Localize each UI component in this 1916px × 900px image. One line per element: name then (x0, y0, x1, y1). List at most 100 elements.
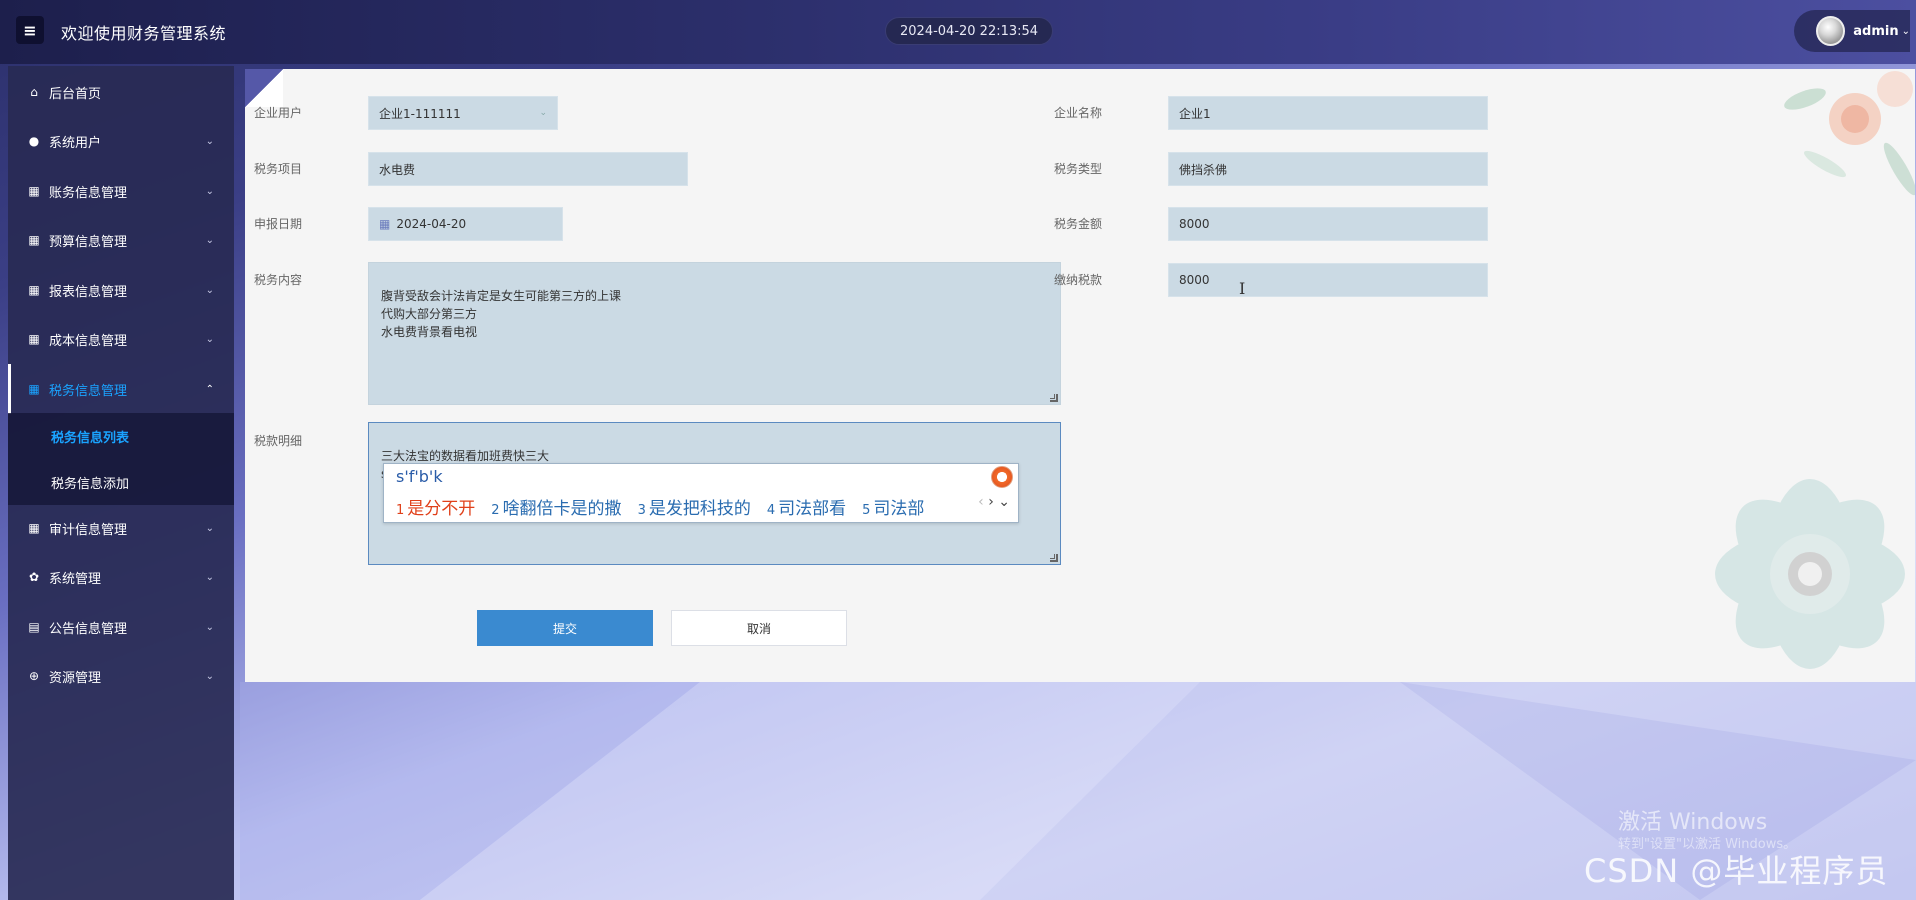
grid-icon: ▦ (28, 521, 40, 535)
chevron-down-icon[interactable]: ⌄ (998, 494, 1010, 510)
corner-fold-decoration (245, 69, 283, 107)
sidebar-item-system-management[interactable]: ✿ 系统管理 ⌄ (8, 552, 234, 602)
sidebar-item-home[interactable]: ⌂ 后台首页 (8, 67, 234, 117)
calendar-icon: ▦ (379, 217, 391, 231)
ime-composition-text: s'f'b'k (396, 467, 443, 486)
chevron-down-icon: ⌄ (205, 185, 214, 197)
chevron-down-icon: ⌄ (539, 108, 547, 118)
report-date-label: 申报日期 (253, 217, 302, 231)
ime-candidate[interactable]: 4 司法部看 (767, 494, 846, 519)
enterprise-name-label: 企业名称 (1053, 106, 1102, 120)
sidebar-item-accounts[interactable]: ▦ 账务信息管理 ⌄ (8, 166, 234, 216)
grid-icon: ▦ (28, 382, 40, 396)
sidebar-item-label: 系统管理 (49, 571, 102, 587)
sidebar-item-label: 公告信息管理 (49, 621, 128, 637)
chevron-down-icon: ⌄ (205, 670, 214, 682)
chevron-up-icon: ⌃ (205, 383, 214, 395)
hamburger-icon[interactable]: ≡ (16, 16, 44, 44)
sidebar-item-label: 账务信息管理 (49, 185, 128, 201)
ime-nav: ‹ › ⌄ (978, 494, 1010, 510)
tax-item-label: 税务项目 (253, 162, 302, 176)
sidebar-item-label: 成本信息管理 (49, 333, 128, 349)
sidebar-item-announcements[interactable]: ▤ 公告信息管理 ⌄ (8, 602, 234, 652)
enterprise-name-field[interactable]: 企业1 (1168, 96, 1488, 130)
sidebar-item-system-users[interactable]: ● 系统用户 ⌄ (8, 116, 234, 166)
enterprise-user-select[interactable]: 企业1-111111 ⌄ (368, 96, 558, 130)
tax-type-label: 税务类型 (1053, 162, 1102, 176)
flower-decoration (1715, 479, 1905, 669)
sidebar-item-label: 资源管理 (49, 670, 102, 686)
user-menu[interactable]: admin ⌄ (1794, 10, 1910, 52)
grid-icon: ▦ (28, 283, 40, 297)
datetime-badge: 2024-04-20 22:13:54 (885, 17, 1054, 45)
chevron-left-icon[interactable]: ‹ (978, 494, 984, 510)
ime-candidate[interactable]: 2 啥翻倍卡是的撒 (491, 494, 621, 519)
tax-type-field[interactable]: 佛挡杀佛 (1168, 152, 1488, 186)
sidebar-item-reports[interactable]: ▦ 报表信息管理 ⌄ (8, 265, 234, 315)
grid-icon: ▦ (28, 332, 40, 346)
cancel-button[interactable]: 取消 (671, 610, 847, 646)
tax-amount-field[interactable]: 8000 (1168, 207, 1488, 241)
ime-candidate[interactable]: 1 是分不开 (396, 494, 475, 519)
enterprise-user-value: 企业1-111111 (379, 106, 461, 121)
main-form-panel: 企业用户 企业1-111111 ⌄ 企业名称 企业1 税务项目 水电费 税务类型… (245, 69, 1915, 682)
home-icon: ⌂ (30, 85, 38, 99)
submit-button[interactable]: 提交 (477, 610, 653, 646)
chevron-down-icon: ⌄ (205, 522, 214, 534)
tax-type-value: 佛挡杀佛 (1179, 162, 1228, 177)
chevron-down-icon[interactable]: ⌄ (1902, 26, 1910, 37)
chevron-down-icon: ⌄ (205, 284, 214, 296)
tax-item-field[interactable]: 水电费 (368, 152, 688, 186)
report-date-value: 2024-04-20 (396, 217, 467, 231)
report-date-picker[interactable]: ▦ 2024-04-20 (368, 207, 563, 241)
sidebar-subitem-tax-list[interactable]: 税务信息列表 (8, 413, 234, 459)
plus-circle-icon: ⊕ (28, 669, 40, 683)
resize-handle[interactable] (1050, 554, 1058, 562)
top-header: ≡ 欢迎使用财务管理系统 2024-04-20 22:13:54 admin ⌄ (0, 0, 1916, 64)
tax-item-value: 水电费 (379, 162, 416, 177)
enterprise-user-label: 企业用户 (253, 106, 302, 120)
chevron-right-icon[interactable]: › (988, 494, 994, 510)
ime-candidate-window[interactable]: s'f'b'k 1 是分不开 2 啥翻倍卡是的撒 3 是发把科技的 4 司法部看 5 司法… (383, 463, 1019, 523)
user-icon: ● (28, 134, 40, 148)
sidebar-item-label: 报表信息管理 (49, 284, 128, 300)
user-name[interactable]: admin (1853, 24, 1898, 39)
chevron-down-icon: ⌄ (205, 234, 214, 246)
grid-icon: ▦ (28, 184, 40, 198)
sidebar-item-resources[interactable]: ⊕ 资源管理 ⌄ (8, 651, 234, 701)
tax-paid-label: 缴纳税款 (1053, 273, 1102, 287)
sidebar-item-label: 预算信息管理 (49, 234, 128, 250)
sidebar: ⌂ 后台首页 ● 系统用户 ⌄ ▦ 账务信息管理 ⌄ ▦ 预算信息管理 ⌄ ▦ … (8, 66, 234, 900)
ime-logo-icon[interactable] (991, 466, 1013, 488)
chevron-down-icon: ⌄ (205, 571, 214, 583)
sidebar-item-budget[interactable]: ▦ 预算信息管理 ⌄ (8, 215, 234, 265)
sidebar-item-audit[interactable]: ▦ 审计信息管理 ⌄ (8, 503, 234, 553)
sidebar-item-label: 税务信息管理 (49, 383, 128, 399)
enterprise-name-value: 企业1 (1179, 106, 1211, 121)
tax-paid-value: 8000 (1179, 273, 1210, 287)
tax-content-value: 腹背受敌会计法肯定是女生可能第三方的上课 代购大部分第三方 水电费背景看电视 (381, 289, 622, 339)
chevron-down-icon: ⌄ (205, 621, 214, 633)
sidebar-subitem-label: 税务信息添加 (51, 476, 130, 492)
avatar[interactable] (1816, 16, 1846, 46)
ime-candidate[interactable]: 5 司法部 (862, 494, 924, 519)
sidebar-item-tax[interactable]: ▦ 税务信息管理 ⌃ (8, 364, 234, 414)
text-cursor-icon: I (1239, 279, 1246, 298)
sidebar-item-label: 系统用户 (49, 135, 102, 151)
app-title: 欢迎使用财务管理系统 (61, 24, 227, 43)
sidebar-item-label: 后台首页 (49, 86, 102, 102)
tax-paid-field[interactable]: 8000 (1168, 263, 1488, 297)
sidebar-subitem-tax-add[interactable]: 税务信息添加 (8, 459, 234, 505)
tax-content-textarea[interactable]: 腹背受敌会计法肯定是女生可能第三方的上课 代购大部分第三方 水电费背景看电视 (368, 262, 1061, 405)
tax-content-label: 税务内容 (253, 273, 302, 287)
csdn-watermark: CSDN @毕业程序员 (1584, 852, 1889, 890)
sidebar-item-label: 审计信息管理 (49, 522, 128, 538)
gear-icon: ✿ (28, 570, 40, 584)
sidebar-item-cost[interactable]: ▦ 成本信息管理 ⌄ (8, 314, 234, 364)
ime-candidate[interactable]: 3 是发把科技的 (638, 494, 751, 519)
flower-decoration (1784, 71, 1915, 196)
resize-handle[interactable] (1050, 394, 1058, 402)
chevron-down-icon: ⌄ (205, 333, 214, 345)
document-icon: ▤ (28, 620, 40, 634)
tax-amount-label: 税务金额 (1053, 217, 1102, 231)
